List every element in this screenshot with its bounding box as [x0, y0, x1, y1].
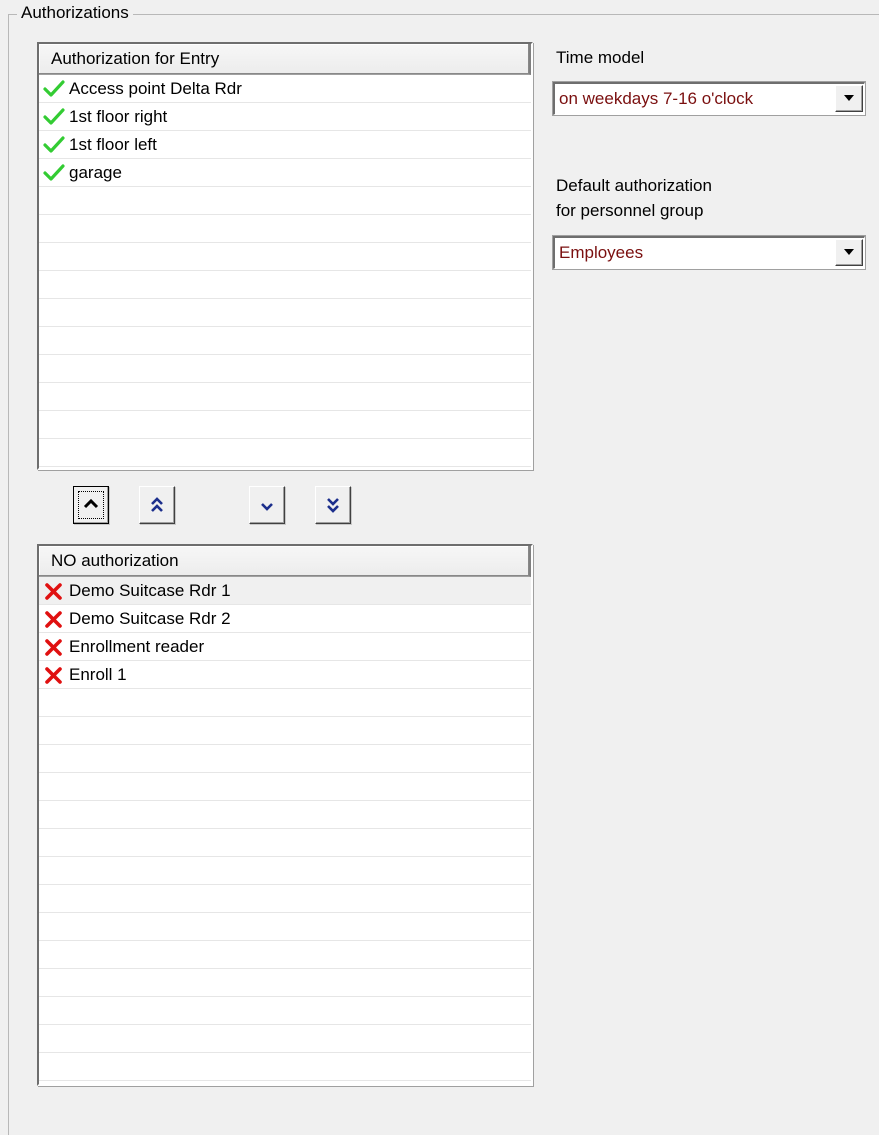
list-item-label: garage: [69, 163, 122, 182]
check-icon: [43, 107, 69, 128]
empty-row: [39, 355, 531, 383]
list-item-label: Enroll 1: [69, 665, 127, 684]
empty-row: [39, 885, 531, 913]
list-item[interactable]: garage: [39, 159, 531, 187]
list-item[interactable]: Access point Delta Rdr: [39, 75, 531, 103]
double-chevron-up-icon: [151, 497, 163, 512]
move-up-button[interactable]: [73, 486, 109, 524]
list-item[interactable]: Enroll 1: [39, 661, 531, 689]
dropdown-arrow-icon: [844, 249, 854, 255]
time-model-dropdown-button[interactable]: [835, 85, 863, 112]
check-icon: [43, 79, 69, 100]
empty-row: [39, 941, 531, 969]
unauthorized-listbox[interactable]: NO authorization Demo Suitcase Rdr 1 Demo…: [37, 544, 533, 1086]
list-item-label: 1st floor left: [69, 135, 157, 154]
unauthorized-list-header[interactable]: NO authorization: [39, 546, 531, 577]
empty-row: [39, 411, 531, 439]
empty-row: [39, 187, 531, 215]
empty-row: [39, 689, 531, 717]
list-item-label: Enrollment reader: [69, 637, 205, 656]
cross-icon: [43, 610, 69, 630]
list-item-label: Demo Suitcase Rdr 1: [69, 581, 231, 600]
empty-row: [39, 969, 531, 997]
list-item-label: Demo Suitcase Rdr 2: [69, 609, 231, 628]
default-group-dropdown-button[interactable]: [835, 239, 863, 266]
list-item-label: Access point Delta Rdr: [69, 79, 242, 98]
move-all-down-button[interactable]: [315, 486, 351, 524]
empty-row: [39, 299, 531, 327]
cross-icon: [43, 666, 69, 686]
empty-row: [39, 773, 531, 801]
authorized-rows: Access point Delta Rdr 1st floor right 1st…: [39, 75, 531, 467]
unauthorized-rows: Demo Suitcase Rdr 1 Demo Suitcase Rdr 2 En…: [39, 577, 531, 1081]
move-all-up-button[interactable]: [139, 486, 175, 524]
empty-row: [39, 243, 531, 271]
empty-row: [39, 913, 531, 941]
default-group-label-line2: for personnel group: [556, 201, 704, 220]
empty-row: [39, 997, 531, 1025]
empty-row: [39, 327, 531, 355]
authorized-list-header[interactable]: Authorization for Entry: [39, 44, 531, 75]
time-model-dropdown[interactable]: on weekdays 7-16 o'clock: [552, 81, 866, 116]
empty-row: [39, 1053, 531, 1081]
time-model-label: Time model: [556, 48, 645, 67]
check-icon: [43, 135, 69, 156]
default-group-dropdown[interactable]: Employees: [552, 235, 866, 270]
list-item[interactable]: 1st floor left: [39, 131, 531, 159]
default-group-value: Employees: [559, 243, 644, 262]
empty-row: [39, 215, 531, 243]
double-chevron-down-icon: [327, 498, 339, 513]
time-model-value: on weekdays 7-16 o'clock: [559, 89, 754, 108]
empty-row: [39, 745, 531, 773]
group-title: Authorizations: [17, 3, 133, 23]
default-group-label-line1: Default authorization: [556, 176, 712, 195]
list-item[interactable]: Demo Suitcase Rdr 2: [39, 605, 531, 633]
cross-icon: [43, 582, 69, 602]
empty-row: [39, 829, 531, 857]
list-item[interactable]: 1st floor right: [39, 103, 531, 131]
cross-icon: [43, 638, 69, 658]
list-item[interactable]: Demo Suitcase Rdr 1: [39, 577, 531, 605]
list-item-label: 1st floor right: [69, 107, 168, 126]
empty-row: [39, 271, 531, 299]
empty-row: [39, 383, 531, 411]
dropdown-arrow-icon: [844, 95, 854, 101]
move-down-button[interactable]: [249, 486, 285, 524]
empty-row: [39, 857, 531, 885]
chevron-up-icon: [83, 498, 99, 509]
check-icon: [43, 163, 69, 184]
chevron-down-icon: [261, 503, 273, 511]
list-item[interactable]: Enrollment reader: [39, 633, 531, 661]
empty-row: [39, 439, 531, 467]
empty-row: [39, 801, 531, 829]
empty-row: [39, 1025, 531, 1053]
authorized-listbox[interactable]: Authorization for Entry Access point Del…: [37, 42, 533, 470]
empty-row: [39, 717, 531, 745]
